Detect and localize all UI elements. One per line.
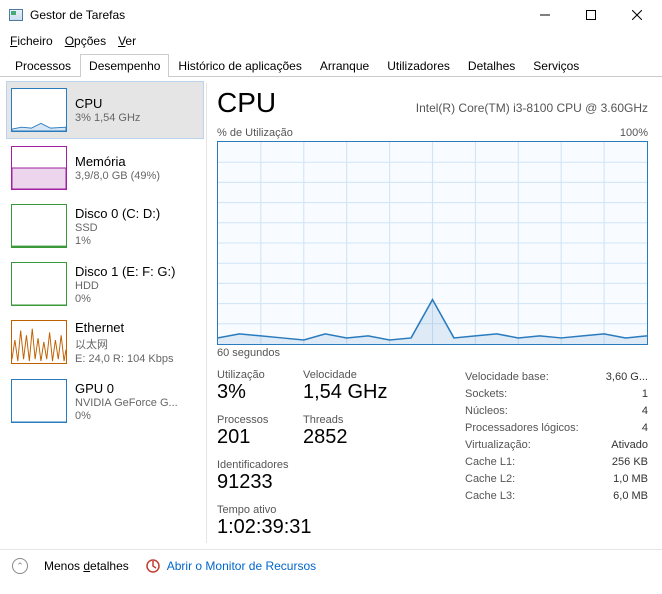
- info-value: 4: [642, 403, 648, 420]
- cpu-heading: CPU: [217, 87, 276, 119]
- sidebar-item-ethernet[interactable]: Ethernet以太网E: 24,0 R: 104 Kbps: [6, 313, 204, 372]
- sidebar-item-sub1: NVIDIA GeForce G...: [75, 397, 178, 409]
- speed-value: 1,54 GHz: [303, 381, 387, 404]
- sidebar-item-gpu-0[interactable]: GPU 0NVIDIA GeForce G...0%: [6, 372, 204, 430]
- util-value: 3%: [217, 381, 281, 404]
- info-row: Cache L2: 1,0 MB: [465, 471, 648, 488]
- less-details-button[interactable]: Menos detalhes: [44, 559, 129, 573]
- info-row: Processadores lógicos: 4: [465, 420, 648, 437]
- mini-graph: [11, 146, 67, 190]
- sidebar-item-mem-ria[interactable]: Memória3,9/8,0 GB (49%): [6, 139, 204, 197]
- sidebar-item-sub1: 以太网: [75, 336, 173, 352]
- sidebar-item-sub1: SSD: [75, 222, 160, 234]
- speed-label: Velocidade: [303, 369, 387, 381]
- info-value: 3,60 G...: [606, 369, 648, 386]
- info-key: Velocidade base:: [465, 369, 549, 386]
- threads-value: 2852: [303, 426, 367, 449]
- uptime-label: Tempo ativo: [217, 504, 443, 516]
- cpu-chart: [217, 141, 648, 345]
- uptime-value: 1:02:39:31: [217, 516, 443, 539]
- close-button[interactable]: [614, 0, 660, 30]
- sidebar-item-sub1: HDD: [75, 280, 175, 292]
- info-key: Núcleos:: [465, 403, 508, 420]
- stats: Utilização3% Velocidade1,54 GHz Processo…: [217, 369, 648, 539]
- tabbar: ProcessosDesempenhoHistórico de aplicaçõ…: [0, 54, 662, 77]
- info-key: Processadores lógicos:: [465, 420, 579, 437]
- tab-desempenho[interactable]: Desempenho: [80, 54, 169, 77]
- sidebar-item-title: GPU 0: [75, 381, 178, 396]
- info-key: Virtualização:: [465, 437, 531, 454]
- threads-label: Threads: [303, 414, 367, 426]
- info-value: 1: [642, 386, 648, 403]
- sidebar-item-sub1: 3,9/8,0 GB (49%): [75, 170, 160, 182]
- info-row: Cache L1: 256 KB: [465, 454, 648, 471]
- chart-y-max: 100%: [620, 127, 648, 139]
- info-row: Velocidade base: 3,60 G...: [465, 369, 648, 386]
- sidebar-item-title: CPU: [75, 96, 140, 111]
- window-title: Gestor de Tarefas: [30, 8, 522, 22]
- info-row: Sockets: 1: [465, 386, 648, 403]
- info-key: Cache L3:: [465, 488, 515, 505]
- mini-graph: [11, 204, 67, 248]
- tab-hist-rico-de-aplica-es[interactable]: Histórico de aplicações: [169, 54, 310, 77]
- cpu-info-table: Velocidade base:3,60 G...Sockets:1Núcleo…: [465, 369, 648, 539]
- mini-graph: [11, 379, 67, 423]
- info-value: Ativado: [611, 437, 648, 454]
- info-value: 6,0 MB: [613, 488, 648, 505]
- footer: ⌃ Menos detalhes Abrir o Monitor de Recu…: [0, 549, 662, 582]
- chart-x-label: 60 segundos: [217, 347, 648, 359]
- minimize-button[interactable]: [522, 0, 568, 30]
- info-row: Cache L3: 6,0 MB: [465, 488, 648, 505]
- sidebar-item-cpu[interactable]: CPU3% 1,54 GHz: [6, 81, 204, 139]
- info-value: 256 KB: [612, 454, 648, 471]
- chevron-up-icon[interactable]: ⌃: [12, 558, 28, 574]
- info-row: Núcleos: 4: [465, 403, 648, 420]
- task-manager-icon: [8, 7, 24, 23]
- info-key: Sockets:: [465, 386, 507, 403]
- proc-label: Processos: [217, 414, 281, 426]
- sidebar-item-title: Memória: [75, 154, 160, 169]
- handles-label: Identificadores: [217, 459, 289, 471]
- handles-value: 91233: [217, 471, 289, 494]
- sidebar-item-sub1: 3% 1,54 GHz: [75, 112, 140, 124]
- main-panel: CPU Intel(R) Core(TM) i3-8100 CPU @ 3.60…: [207, 77, 662, 549]
- info-row: Virtualização: Ativado: [465, 437, 648, 454]
- util-label: Utilização: [217, 369, 281, 381]
- resmon-icon: [145, 558, 161, 574]
- menu-options[interactable]: Opções: [65, 34, 106, 48]
- proc-value: 201: [217, 426, 281, 449]
- tab-utilizadores[interactable]: Utilizadores: [378, 54, 459, 77]
- chart-y-label: % de Utilização: [217, 127, 293, 139]
- sidebar-item-title: Disco 1 (E: F: G:): [75, 264, 175, 279]
- info-value: 4: [642, 420, 648, 437]
- sidebar-item-title: Ethernet: [75, 320, 173, 335]
- sidebar-item-sub2: 0%: [75, 410, 178, 422]
- sidebar-item-disco-0-c-d-[interactable]: Disco 0 (C: D:)SSD1%: [6, 197, 204, 255]
- titlebar: Gestor de Tarefas: [0, 0, 662, 30]
- info-key: Cache L1:: [465, 454, 515, 471]
- menu-file[interactable]: Ficheiro: [10, 34, 53, 48]
- tab-servi-os[interactable]: Serviços: [524, 54, 588, 77]
- sidebar-item-title: Disco 0 (C: D:): [75, 206, 160, 221]
- content: CPU3% 1,54 GHzMemória3,9/8,0 GB (49%)Dis…: [0, 77, 662, 549]
- sidebar-item-sub2: 0%: [75, 293, 175, 305]
- tab-arranque[interactable]: Arranque: [311, 54, 378, 77]
- maximize-button[interactable]: [568, 0, 614, 30]
- sidebar-item-sub2: E: 24,0 R: 104 Kbps: [75, 353, 173, 365]
- sidebar[interactable]: CPU3% 1,54 GHzMemória3,9/8,0 GB (49%)Dis…: [0, 77, 206, 549]
- tab-processos[interactable]: Processos: [6, 54, 80, 77]
- menubar: Ficheiro Opções Ver: [0, 30, 662, 54]
- sidebar-item-disco-1-e-f-g-[interactable]: Disco 1 (E: F: G:)HDD0%: [6, 255, 204, 313]
- sidebar-item-sub2: 1%: [75, 235, 160, 247]
- mini-graph: [11, 262, 67, 306]
- menu-view[interactable]: Ver: [118, 34, 136, 48]
- mini-graph: [11, 320, 67, 364]
- open-resmon-link[interactable]: Abrir o Monitor de Recursos: [145, 558, 316, 574]
- info-key: Cache L2:: [465, 471, 515, 488]
- tab-detalhes[interactable]: Detalhes: [459, 54, 524, 77]
- info-value: 1,0 MB: [613, 471, 648, 488]
- cpu-model: Intel(R) Core(TM) i3-8100 CPU @ 3.60GHz: [416, 101, 648, 115]
- mini-graph: [11, 88, 67, 132]
